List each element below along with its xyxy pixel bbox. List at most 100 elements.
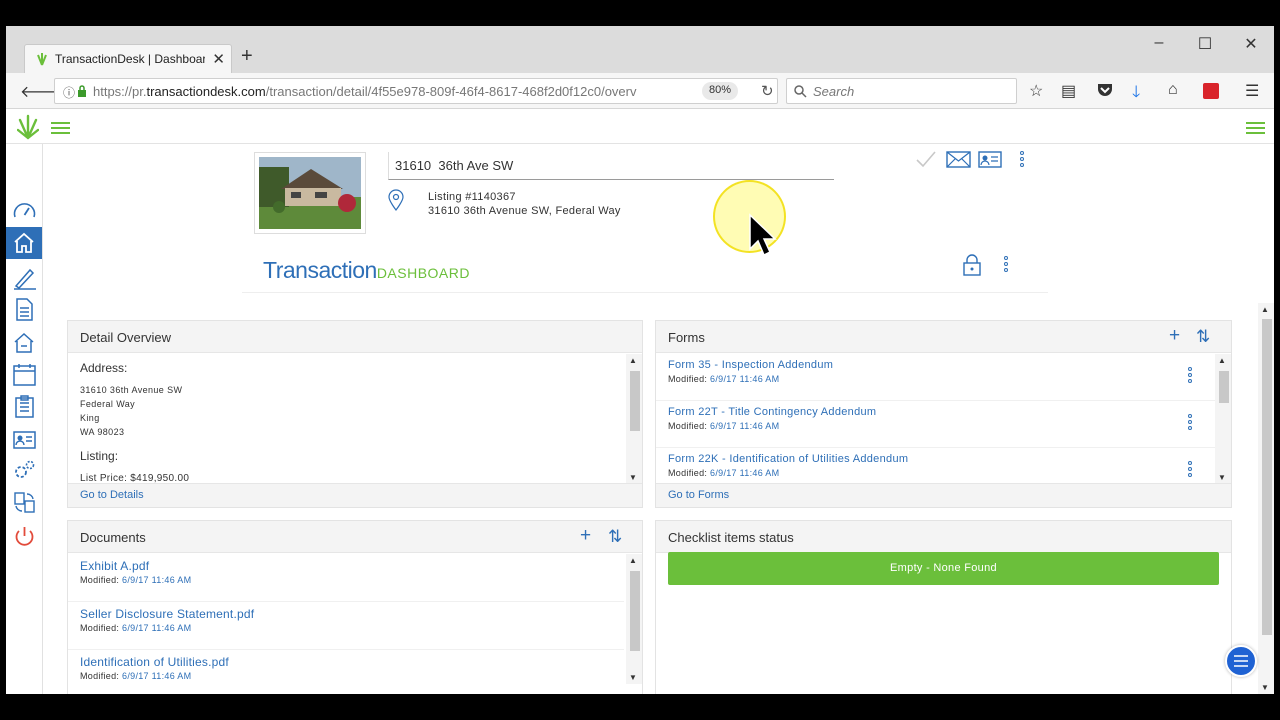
scroll-down-icon[interactable]: ▼ — [629, 673, 637, 682]
page-scrollbar[interactable]: ▲ ▼ — [1258, 303, 1274, 694]
document-title[interactable]: Seller Disclosure Statement.pdf — [80, 607, 254, 621]
scroll-down-icon[interactable]: ▼ — [1218, 473, 1226, 482]
sidebar-item-home[interactable] — [6, 227, 42, 259]
add-form-icon[interactable]: + — [1169, 325, 1180, 347]
form-title[interactable]: Form 35 - Inspection Addendum — [668, 359, 833, 371]
checkmark-icon[interactable] — [915, 150, 937, 168]
checklist-title: Checklist items status — [656, 521, 1231, 553]
detail-overview-title: Detail Overview — [68, 321, 642, 353]
go-to-forms-link[interactable]: Go to Forms — [656, 483, 1231, 507]
transaction-dashboard-logo: TransactionDASHBOARD — [263, 257, 470, 283]
scroll-thumb[interactable] — [630, 571, 640, 651]
scroll-down-icon[interactable]: ▼ — [1261, 683, 1269, 692]
address-line: 31610 36th Avenue SW — [80, 385, 183, 395]
home-icon — [14, 232, 34, 253]
new-tab-button[interactable]: + — [241, 45, 253, 68]
scroll-thumb[interactable] — [1219, 371, 1229, 403]
dashboard-more-icon[interactable] — [1004, 256, 1008, 274]
left-hamburger-icon[interactable] — [51, 122, 70, 134]
zoom-level[interactable]: 80% — [702, 82, 739, 100]
location-pin-icon — [388, 189, 404, 211]
listing-number: Listing #1140367 — [428, 191, 516, 203]
document-row[interactable]: Exhibit A.pdf Modified: 6/9/17 11:46 AM — [68, 554, 624, 602]
form-title[interactable]: Form 22K - Identification of Utilities A… — [668, 453, 908, 465]
document-modified: Modified: 6/9/17 11:46 AM — [80, 671, 192, 680]
document-title[interactable]: Identification of Utilities.pdf — [80, 655, 229, 669]
address-label: Address: — [80, 361, 128, 375]
power-icon[interactable] — [12, 524, 37, 549]
home-icon[interactable]: ⌂ — [1168, 81, 1178, 99]
tab-close-icon[interactable]: ✕ — [212, 50, 225, 68]
app-header — [6, 110, 1274, 144]
address-input[interactable] — [388, 152, 834, 180]
house-photo-image — [259, 157, 361, 229]
form-row[interactable]: Form 22T - Title Contingency Addendum Mo… — [656, 401, 1216, 448]
url-text: https://pr.transactiondesk.com/transacti… — [93, 84, 637, 99]
menu-icon[interactable]: ☰ — [1245, 81, 1259, 101]
scroll-down-icon[interactable]: ▼ — [629, 473, 637, 482]
search-input[interactable]: Search — [813, 84, 854, 99]
download-icon[interactable]: 🡓 — [1132, 81, 1140, 108]
detail-scrollbar[interactable]: ▲ ▼ — [626, 354, 642, 484]
checklist-icon[interactable] — [12, 394, 37, 419]
document-row[interactable]: Identification of Utilities.pdf Modified… — [68, 650, 624, 680]
empty-none-found-button[interactable]: Empty - None Found — [668, 552, 1219, 585]
search-icon — [794, 85, 807, 98]
contact-card-icon[interactable] — [978, 151, 1002, 168]
scroll-up-icon[interactable]: ▲ — [1261, 305, 1269, 314]
header-divider — [242, 292, 1048, 293]
scroll-up-icon[interactable]: ▲ — [629, 556, 637, 565]
document-icon[interactable] — [12, 297, 37, 322]
go-to-details-link[interactable]: Go to Details — [68, 483, 642, 507]
info-icon[interactable]: ⓘ — [63, 84, 75, 101]
form-row[interactable]: Form 22K - Identification of Utilities A… — [656, 448, 1216, 484]
browser-tab[interactable]: TransactionDesk | Dashboard ✕ — [24, 44, 232, 73]
property-icon[interactable] — [12, 330, 37, 355]
lock-icon — [78, 85, 86, 97]
scroll-thumb[interactable] — [1262, 319, 1272, 635]
detail-overview-body: Address: 31610 36th Avenue SW Federal Wa… — [80, 361, 189, 484]
dashboard-gauge-icon[interactable] — [12, 199, 37, 224]
settings-gears-icon[interactable] — [12, 458, 37, 483]
document-title[interactable]: Exhibit A.pdf — [80, 559, 149, 573]
extension-icon[interactable] — [1203, 83, 1219, 99]
documents-scrollbar[interactable]: ▲ ▼ — [626, 554, 642, 684]
documents-header: Documents + ⇅ — [68, 521, 642, 553]
form-modified: Modified: 6/9/17 11:46 AM — [668, 374, 780, 384]
add-document-icon[interactable]: + — [580, 525, 591, 547]
reading-list-icon[interactable]: ▤ — [1061, 81, 1076, 101]
minimize-button[interactable]: – — [1149, 34, 1169, 52]
right-hamburger-icon[interactable] — [1246, 122, 1265, 134]
left-sidebar — [6, 144, 43, 694]
url-bar[interactable]: ⓘ https://pr.transactiondesk.com/transac… — [54, 78, 778, 104]
form-more-icon[interactable] — [1188, 414, 1192, 432]
sort-documents-icon[interactable]: ⇅ — [608, 527, 622, 547]
sync-icon[interactable] — [12, 490, 37, 515]
contacts-icon[interactable] — [12, 427, 37, 452]
form-more-icon[interactable] — [1188, 367, 1192, 385]
form-more-icon[interactable] — [1188, 461, 1192, 479]
email-icon[interactable] — [946, 151, 971, 168]
padlock-icon[interactable] — [963, 254, 981, 276]
address-line: WA 98023 — [80, 427, 125, 437]
chat-button[interactable] — [1225, 645, 1257, 677]
bookmark-star-icon[interactable]: ☆ — [1029, 81, 1043, 101]
window-close-button[interactable]: ✕ — [1241, 34, 1261, 54]
scroll-up-icon[interactable]: ▲ — [1218, 356, 1226, 365]
forms-scrollbar[interactable]: ▲ ▼ — [1215, 354, 1231, 484]
calendar-icon[interactable] — [12, 362, 37, 387]
form-title[interactable]: Form 22T - Title Contingency Addendum — [668, 406, 876, 418]
form-row[interactable]: Form 35 - Inspection Addendum Modified: … — [656, 354, 1216, 401]
reload-icon[interactable]: ↻ — [761, 82, 774, 100]
sort-forms-icon[interactable]: ⇅ — [1196, 327, 1210, 347]
header-more-icon[interactable] — [1020, 151, 1024, 169]
pen-icon[interactable] — [12, 265, 37, 290]
documents-panel: Documents + ⇅ Exhibit A.pdf Modified: 6/… — [67, 520, 643, 694]
search-bar[interactable]: Search — [786, 78, 1017, 104]
navigation-bar: 🡐 ⓘ https://pr.transactiondesk.com/trans… — [6, 73, 1274, 109]
maximize-button[interactable]: ☐ — [1195, 34, 1215, 54]
scroll-up-icon[interactable]: ▲ — [629, 356, 637, 365]
pocket-icon[interactable] — [1097, 82, 1113, 98]
document-row[interactable]: Seller Disclosure Statement.pdf Modified… — [68, 602, 624, 650]
scroll-thumb[interactable] — [630, 371, 640, 431]
